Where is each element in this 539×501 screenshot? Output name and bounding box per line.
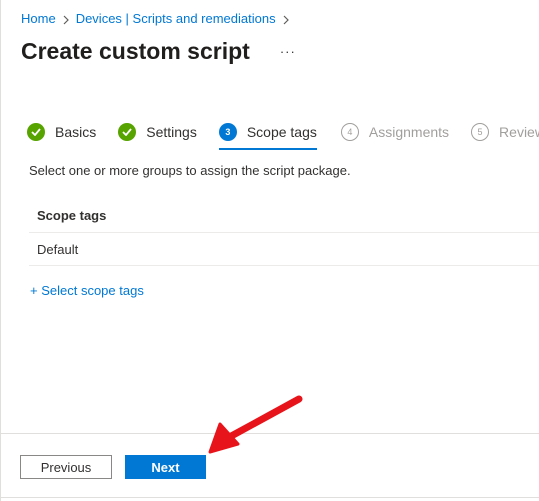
title-row: Create custom script ··· [21,38,300,65]
step-label: Scope tags [246,124,317,140]
page-title: Create custom script [21,38,250,64]
chevron-right-icon [56,11,76,26]
step-basics[interactable]: Basics [27,120,96,144]
step-scope-tags[interactable]: 3 Scope tags [218,120,317,150]
step-number-badge: 3 [218,123,237,141]
table-header: Scope tags [29,198,539,233]
footer: Previous Next [1,433,539,501]
breadcrumb-home-link[interactable]: Home [21,11,56,26]
create-script-page: Home Devices | Scripts and remediations … [0,0,539,501]
step-number-badge: 5 [471,123,490,141]
step-settings[interactable]: Settings [118,120,197,144]
checkmark-circle-icon [118,123,137,141]
more-options-button[interactable]: ··· [276,43,300,61]
step-label: Review + add [499,124,539,140]
breadcrumb: Home Devices | Scripts and remediations [21,11,296,26]
breadcrumb-scripts-link[interactable]: Devices | Scripts and remediations [76,11,276,26]
select-scope-tags-link[interactable]: + Select scope tags [30,283,144,298]
table-row: Default [29,233,539,266]
checkmark-circle-icon [27,123,45,141]
step-label: Assignments [368,124,450,140]
wizard-steps: Basics Settings 3 Scope tags 4 Assignmen… [27,120,539,150]
step-review[interactable]: 5 Review + add [471,120,539,144]
instructions-text: Select one or more groups to assign the … [29,163,351,178]
scope-tags-table: Scope tags Default [29,198,539,266]
chevron-right-icon [276,11,296,26]
next-button[interactable]: Next [125,455,206,479]
previous-button[interactable]: Previous [20,455,112,479]
step-number-badge: 4 [340,123,359,141]
step-label: Basics [55,124,97,140]
divider [1,497,539,498]
step-assignments[interactable]: 4 Assignments [340,120,450,144]
step-label: Settings [146,124,197,140]
